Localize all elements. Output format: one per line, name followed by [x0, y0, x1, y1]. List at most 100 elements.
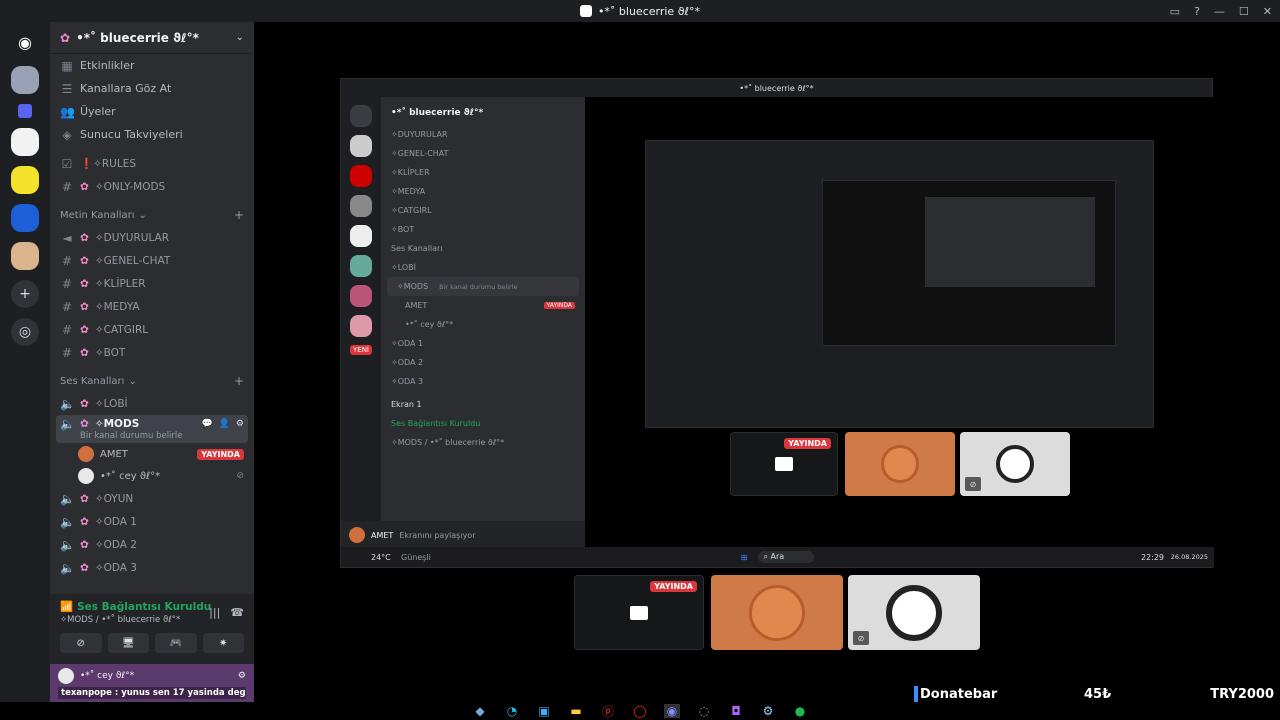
server-icon-4[interactable] [11, 204, 39, 232]
voice-member-cey[interactable]: •*˚ cey ϑℓ°* ⊘ [50, 465, 254, 487]
server-header[interactable]: ✿ •*˚ bluecerrie ϑℓ°* ⌄ [50, 22, 254, 54]
inner-server-icon [350, 165, 372, 187]
inner-home-icon [350, 105, 372, 127]
hash-icon: # [61, 345, 73, 360]
inner-crab-tile [845, 432, 955, 496]
inner-screen-row: Ekran 1 [381, 395, 585, 414]
steam-icon[interactable]: ⚙ [760, 704, 776, 718]
voice-category[interactable]: Ses Kanalları ⌄ + [50, 370, 254, 392]
nav-label: Sunucu Takviyeleri [80, 128, 183, 141]
noise-suppression-icon[interactable]: ||| [209, 606, 220, 619]
inner-member: AMET YAYINDA [381, 296, 585, 315]
server-flower-icon: ✿ [60, 30, 71, 45]
category-label: Ses Kanalları [60, 375, 125, 387]
activity-button[interactable]: 🎮 [155, 633, 197, 653]
inner-server-icon [350, 195, 372, 217]
stream-tile-amet[interactable] [711, 575, 843, 650]
user-row[interactable]: •*˚ cey ϑℓ°* ⚙ [58, 668, 246, 684]
speaker-icon: 🔈 [60, 491, 75, 506]
server-icon-3[interactable] [11, 166, 39, 194]
copilot-icon[interactable]: ◆ [472, 704, 488, 718]
screen-share-button[interactable]: 🖥 [107, 633, 149, 653]
stream-tile-cey[interactable]: ⊘ [848, 575, 980, 650]
inner-server-header: •*˚ bluecerrie ϑℓ°* [381, 101, 585, 125]
opera-icon[interactable]: ◯ [632, 704, 648, 718]
voice-oyun[interactable]: 🔈 ✿ ✧OYUN [50, 487, 254, 510]
server-icon-2[interactable] [11, 128, 39, 156]
channel-bot[interactable]: # ✿ ✧BOT [50, 341, 254, 364]
channel-klipler[interactable]: # ✿ ✧KLİPLER [50, 272, 254, 295]
channel-duyurular[interactable]: ◄ ✿ ✧DUYURULAR [50, 226, 254, 249]
gear-icon[interactable]: ⚙ [236, 419, 244, 429]
help-icon[interactable]: ? [1194, 5, 1200, 18]
voice-oda-1[interactable]: 🔈 ✿ ✧ODA 1 [50, 510, 254, 533]
donate-bar: Donatebar 45₺ TRY2000 [914, 686, 1274, 702]
inner-search-label: Ara [770, 552, 785, 561]
discover-icon[interactable]: ◎ [11, 318, 39, 346]
inbox-icon[interactable]: ▭ [1170, 5, 1180, 18]
app-icon[interactable]: ◌ [696, 704, 712, 718]
channel-label: ✧ODA 3 [94, 561, 137, 574]
flower-icon: ✿ [80, 231, 89, 244]
text-category[interactable]: Metin Kanalları ⌄ + [50, 204, 254, 226]
hash-icon: # [61, 299, 73, 314]
channel-status[interactable]: Bir kanal durumu belirle [60, 431, 183, 441]
inner-voice: ✧ODA 3 [381, 372, 585, 391]
channel-label: ✧ONLY-MODS [94, 180, 166, 193]
channel-genel-chat[interactable]: # ✿ ✧GENEL-CHAT [50, 249, 254, 272]
channel-only-mods[interactable]: # ✿ ✧ONLY-MODS [50, 175, 254, 198]
chevron-down-icon[interactable]: ⌄ [236, 32, 244, 43]
channel-label: ✧KLİPLER [94, 277, 146, 290]
inner-date: 26.08.2025 [1170, 553, 1208, 561]
monitor-icon [775, 457, 793, 471]
spotify-icon[interactable]: ● [792, 704, 808, 718]
server-icon [579, 5, 592, 17]
discord-icon[interactable]: ◉ [664, 704, 680, 718]
server-icon-1[interactable] [11, 66, 39, 94]
nav-members[interactable]: 👥 Üyeler [50, 100, 254, 123]
minimize-button[interactable]: — [1214, 5, 1225, 18]
voice-member-amet[interactable]: AMET YAYINDA [50, 443, 254, 465]
folder-icon[interactable]: ▬ [568, 704, 584, 718]
add-server-icon[interactable]: + [11, 280, 39, 308]
nav-browse-channels[interactable]: ☰ Kanallara Göz At [50, 77, 254, 100]
camera-button[interactable]: ⊘ [60, 633, 102, 653]
discord-home-icon[interactable]: ◉ [11, 28, 39, 56]
channel-rules[interactable]: ☑ ❗✧RULES [50, 152, 254, 175]
inner-server-name: •*˚ bluecerrie ϑℓ°* [391, 108, 484, 118]
voice-buttons: ⊘ 🖥 🎮 ✷ [60, 633, 244, 653]
soundboard-button[interactable]: ✷ [202, 633, 244, 653]
gear-icon[interactable]: ⚙ [238, 671, 246, 681]
close-button[interactable]: ✕ [1263, 5, 1272, 18]
disconnect-icon[interactable]: ☎ [230, 606, 244, 619]
voice-oda-3[interactable]: 🔈 ✿ ✧ODA 3 [50, 556, 254, 579]
edge-icon[interactable]: ◔ [504, 704, 520, 718]
inner-channel: ✧MEDYA [381, 182, 585, 201]
inner-voice-location: ✧MODS / •*˚ bluecerrie ϑℓ°* [391, 438, 505, 447]
add-channel-icon[interactable]: + [234, 208, 244, 222]
hash-icon: # [61, 322, 73, 337]
inner-channel-label: ✧GENEL-CHAT [391, 149, 449, 158]
list-icon: ☰ [61, 81, 73, 96]
nav-events[interactable]: ▦ Etkinlikler [50, 54, 254, 77]
store-icon[interactable]: ▣ [536, 704, 552, 718]
invite-icon[interactable]: 👤 [219, 419, 230, 429]
inner-channel: ✧CATGIRL [381, 201, 585, 220]
voice-lobi[interactable]: 🔈 ✿ ✧LOBİ [50, 392, 254, 415]
pinterest-icon[interactable]: ⓟ [600, 704, 616, 719]
voice-oda-2[interactable]: 🔈 ✿ ✧ODA 2 [50, 533, 254, 556]
avatar [349, 527, 365, 543]
donate-progress [914, 686, 918, 702]
server-icon-5[interactable] [11, 242, 39, 270]
stream-tile-screen[interactable]: YAYINDA [574, 575, 704, 650]
chat-icon[interactable]: 💬 [201, 419, 212, 429]
add-channel-icon[interactable]: + [234, 374, 244, 388]
nav-boosts[interactable]: ◈ Sunucu Takviyeleri [50, 123, 254, 146]
voice-mods[interactable]: 🔈 ✿ ✧MODS 💬 👤 ⚙ Bir kanal durumu belirle [56, 415, 248, 443]
channel-catgirl[interactable]: # ✿ ✧CATGIRL [50, 318, 254, 341]
inner-screen-label: Ekran 1 [391, 400, 422, 409]
channel-medya[interactable]: # ✿ ✧MEDYA [50, 295, 254, 318]
twitch-icon[interactable]: ◘ [728, 704, 744, 718]
folder-icon[interactable] [18, 104, 32, 118]
maximize-button[interactable]: ☐ [1239, 5, 1249, 18]
